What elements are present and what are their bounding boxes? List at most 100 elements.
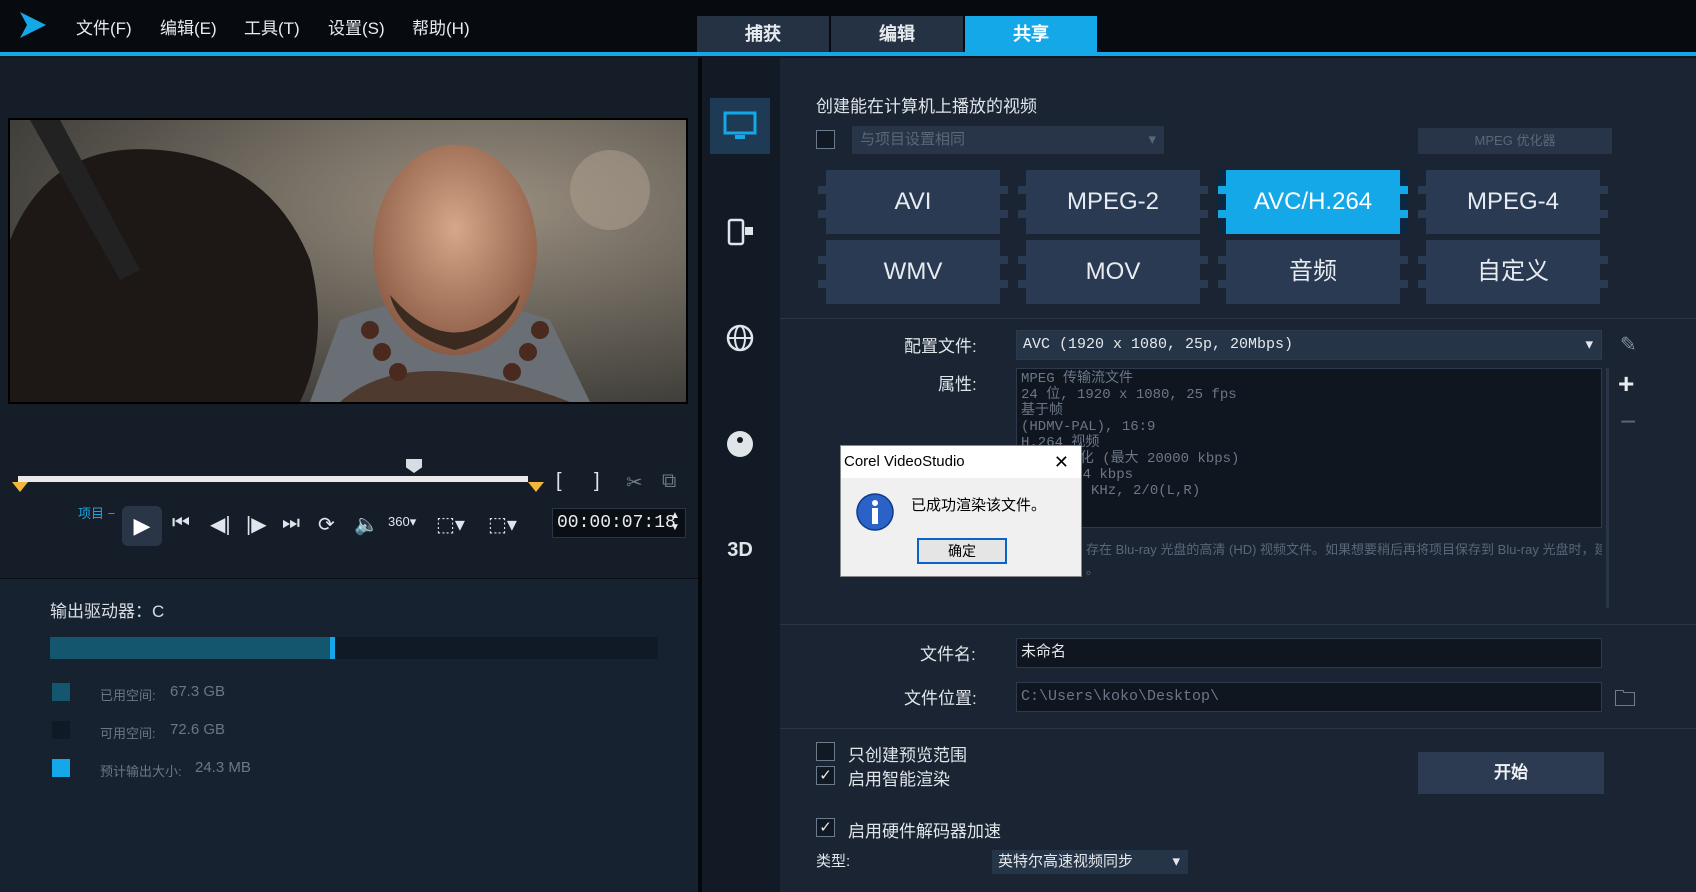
property-line: MPEG 传输流文件 (1021, 371, 1134, 387)
format-avc-h264-button[interactable]: AVC/H.264 (1218, 170, 1408, 234)
start-button[interactable]: 开始 (1418, 752, 1604, 794)
scissors-icon[interactable]: ✂ (626, 470, 643, 495)
free-space-value: 72.6 GB (170, 721, 226, 738)
menu-settings[interactable]: 设置(S) (328, 14, 385, 39)
trim-start-handle[interactable] (12, 482, 28, 492)
globe-icon[interactable] (710, 310, 770, 366)
menu-file[interactable]: 文件(F) (76, 14, 132, 39)
mobile-device-icon[interactable] (710, 204, 770, 260)
same-as-project-value: 与项目设置相同 (860, 131, 966, 148)
same-as-project-checkbox[interactable] (816, 130, 835, 149)
menu-tools[interactable]: 工具(T) (244, 14, 300, 39)
remove-profile-icon[interactable]: − (1620, 406, 1636, 438)
properties-label: 属性: (938, 375, 977, 394)
preview-range-checkbox[interactable] (816, 742, 835, 761)
tab-edit[interactable]: 编辑 (831, 16, 963, 52)
chevron-down-icon: ▾ (1148, 131, 1156, 148)
app-logo-icon (20, 12, 46, 38)
filename-value: 未命名 (1021, 644, 1067, 661)
next-frame-icon[interactable]: |▶ (246, 512, 267, 537)
dialog-title: Corel VideoStudio (844, 453, 965, 470)
share-category-tabs (702, 58, 780, 892)
timecode-stepper[interactable]: ▲ ▼ (670, 510, 680, 534)
storage-used-fill (50, 637, 330, 659)
volume-icon[interactable]: 🔈 (354, 512, 379, 537)
go-to-end-icon[interactable]: ⏭ (282, 512, 300, 535)
format-avi-button[interactable]: AVI (818, 170, 1008, 234)
previous-frame-icon[interactable]: ◀| (210, 512, 231, 537)
free-space-label: 可用空间: (100, 726, 156, 741)
menu-help[interactable]: 帮助(H) (412, 14, 470, 39)
accent-line (0, 52, 1696, 56)
copy-clip-icon[interactable]: ⧉ (662, 470, 676, 493)
ok-button[interactable]: 确定 (917, 538, 1007, 564)
go-to-start-icon[interactable]: ⏮ (172, 512, 190, 535)
mpeg-optimizer-button[interactable]: MPEG 优化器 (1418, 128, 1612, 154)
free-space-swatch (52, 721, 70, 739)
smart-render-label: 启用智能渲染 (848, 770, 950, 789)
used-space-value: 67.3 GB (170, 683, 226, 700)
format-mpeg4-button[interactable]: MPEG-4 (1418, 170, 1608, 234)
repeat-icon[interactable]: ⟳ (318, 512, 335, 537)
property-line: (HDMV-PAL), 16:9 (1021, 419, 1156, 435)
render-success-dialog: Corel VideoStudio ✕ 已成功渲染该文件。 确定 (840, 445, 1082, 577)
dialog-title-bar: Corel VideoStudio ✕ (841, 446, 1081, 478)
tab-capture[interactable]: 捕获 (697, 16, 829, 52)
add-profile-icon[interactable]: + (1618, 368, 1634, 400)
profile-dropdown[interactable]: AVC (1920 x 1080, 25p, 20Mbps) ▾ (1016, 330, 1602, 360)
dvd-disc-icon[interactable] (710, 416, 770, 472)
format-description: 存在 Blu-ray 光盘的高清 (HD) 视频文件。如果想要稍后再将项目保存到… (1086, 540, 1602, 580)
description-line: 存在 Blu-ray 光盘的高清 (HD) 视频文件。如果想要稍后再将项目保存到… (1086, 542, 1602, 557)
chevron-down-icon: ▾ (1585, 336, 1593, 353)
property-line: 速率: 384 kbps (1021, 467, 1134, 483)
filename-input[interactable]: 未命名 (1016, 638, 1602, 668)
project-label[interactable]: 项目 − (78, 503, 115, 522)
edit-profile-icon[interactable]: ✎ (1620, 332, 1637, 357)
trim-bar[interactable] (18, 476, 528, 482)
aspect-ratio-icon[interactable]: ⬚▾ (436, 512, 465, 537)
3d-icon[interactable]: 3D (710, 522, 770, 578)
title-bar: 文件(F) 编辑(E) 工具(T) 设置(S) 帮助(H) 捕获 编辑 共享 (0, 0, 1696, 52)
storage-bar (50, 637, 658, 659)
mark-out-icon[interactable]: ] (594, 470, 600, 493)
format-wmv-button[interactable]: WMV (818, 240, 1008, 304)
output-storage-panel: 输出驱动器：C 已用空间: 67.3 GB 可用空间: 72.6 GB 预计输出… (0, 578, 698, 892)
play-button[interactable]: ▶ (122, 506, 162, 546)
filename-label: 文件名: (920, 645, 976, 664)
smart-render-checkbox[interactable]: ✓ (816, 766, 835, 785)
preview-range-label: 只创建预览范围 (848, 746, 967, 765)
video-still-image (10, 120, 686, 402)
properties-box: MPEG 传输流文件 24 位, 1920 x 1080, 25 fps 基于帧… (1016, 368, 1602, 528)
output-drive-label: 输出驱动器：C (50, 602, 165, 621)
menu-edit[interactable]: 编辑(E) (160, 14, 217, 39)
trim-end-handle[interactable] (528, 482, 544, 492)
hw-decoder-checkbox[interactable]: ✓ (816, 818, 835, 837)
estimate-label: 预计输出大小: (100, 764, 182, 779)
type-dropdown[interactable]: 英特尔高速视频同步 ▾ (992, 850, 1188, 874)
used-space-swatch (52, 683, 70, 701)
timecode-display[interactable]: 00:00:07:18 (552, 508, 686, 538)
selection-mode-icon[interactable]: ⬚▾ (488, 512, 517, 537)
storage-estimate-marker (330, 637, 335, 659)
tab-share[interactable]: 共享 (965, 16, 1097, 52)
properties-scrollbar[interactable] (1606, 368, 1609, 608)
format-mov-button[interactable]: MOV (1018, 240, 1208, 304)
property-line: 速率: 变化 (最大 20000 kbps) (1021, 451, 1240, 467)
type-value: 英特尔高速视频同步 (998, 853, 1134, 870)
mark-in-icon[interactable]: [ (556, 470, 562, 493)
format-audio-button[interactable]: 音频 (1218, 240, 1408, 304)
property-line: H.264 视频 (1021, 435, 1100, 451)
computer-icon[interactable] (710, 98, 770, 154)
info-icon (856, 493, 894, 531)
browse-folder-icon[interactable]: 🗀 (1614, 682, 1636, 720)
360-view-icon[interactable]: 360▾ (388, 514, 416, 530)
location-input[interactable]: C:\Users\koko\Desktop\ (1016, 682, 1602, 712)
close-icon[interactable]: ✕ (1054, 446, 1069, 478)
estimate-value: 24.3 MB (195, 759, 251, 776)
property-line: 音频, 48 KHz, 2/0(L,R) (1021, 483, 1201, 499)
video-preview (8, 118, 688, 404)
format-mpeg2-button[interactable]: MPEG-2 (1018, 170, 1208, 234)
same-as-project-dropdown[interactable]: 与项目设置相同 ▾ (852, 126, 1164, 154)
description-tail: 。 (1086, 562, 1100, 577)
format-custom-button[interactable]: 自定义 (1418, 240, 1608, 304)
